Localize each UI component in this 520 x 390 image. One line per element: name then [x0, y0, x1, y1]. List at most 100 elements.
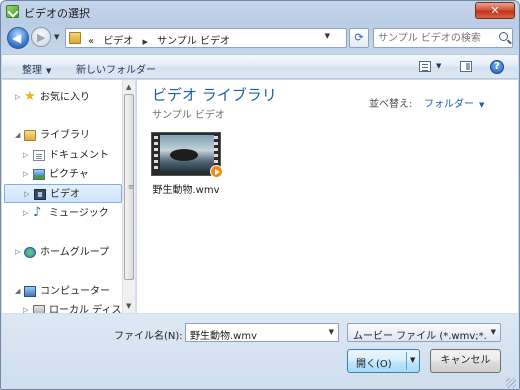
arrange-by-label: 並べ替え: — [369, 99, 413, 110]
refresh-button[interactable]: ⟳ — [349, 28, 369, 48]
chevron-down-icon: ▼ — [46, 67, 52, 75]
open-button-label: 開く(O) — [356, 359, 392, 370]
tree-item-label: ドキュメント — [49, 150, 109, 161]
filename-value[interactable]: 野生動物.wmv — [190, 327, 257, 342]
view-options-dropdown[interactable]: ▼ — [436, 62, 441, 70]
recent-pages-dropdown[interactable]: ▼ — [54, 33, 62, 41]
search-icon[interactable] — [499, 32, 508, 41]
tree-item-label: ローカル ディスク — [49, 305, 122, 313]
computer-icon — [24, 286, 36, 297]
arrange-by-dropdown[interactable]: フォルダー ▼ — [424, 95, 484, 110]
arrange-by-value: フォルダー — [424, 99, 474, 110]
file-list-pane: ビデオ ライブラリ サンプル ビデオ 並べ替え: フォルダー ▼ 野生動物.wmv — [137, 80, 518, 313]
open-button[interactable]: 開く(O) ▼ — [347, 349, 420, 373]
scroll-up-arrow[interactable]: ▲ — [126, 83, 131, 91]
tree-item-homegroup[interactable]: ▷ ホームグループ — [2, 243, 122, 262]
chevron-down-icon[interactable]: ▼ — [329, 328, 334, 336]
breadcrumb-item-sample-videos[interactable]: サンプル ビデオ — [157, 36, 230, 47]
chevron-down-icon: ▼ — [479, 101, 485, 109]
filename-field[interactable]: 野生動物.wmv ▼ — [185, 323, 339, 342]
app-icon — [6, 5, 19, 18]
tree-item-local-disk[interactable]: ▷ ローカル ディスク — [2, 301, 122, 313]
forward-arrow-icon: ▶ — [37, 31, 46, 44]
whale-shape — [170, 149, 198, 161]
scrollbar-thumb[interactable]: ≡ — [124, 94, 134, 280]
change-view-icon[interactable] — [419, 61, 431, 72]
split-divider — [406, 352, 407, 370]
title-bar[interactable]: ビデオの選択 ✕ — [1, 1, 519, 23]
tree-item-libraries[interactable]: ◢ ライブラリ — [2, 126, 122, 145]
new-folder-button[interactable]: 新しいフォルダー — [76, 61, 156, 76]
expand-arrow-icon[interactable]: ▷ — [24, 185, 29, 204]
chevron-right-icon[interactable]: ▶ — [143, 38, 148, 46]
filename-label: ファイル名(N): — [114, 331, 183, 342]
expand-arrow-icon[interactable]: ▷ — [23, 146, 28, 165]
breadcrumb-overflow[interactable]: « — [88, 36, 94, 47]
dialog-footer: ファイル名(N): 野生動物.wmv ▼ ムービー ファイル (*.wmv;*.… — [2, 314, 518, 389]
help-icon[interactable]: ? — [490, 60, 504, 74]
pictures-icon — [33, 169, 45, 180]
scroll-down-arrow[interactable]: ▼ — [126, 302, 131, 310]
library-subtitle: サンプル ビデオ — [152, 110, 225, 121]
file-item[interactable]: 野生動物.wmv — [151, 132, 223, 196]
tree-item-computer[interactable]: ◢ コンピューター — [2, 282, 122, 301]
tree-item-pictures[interactable]: ▷ ピクチャ — [2, 165, 122, 184]
tree-item-music[interactable]: ▷ ♪ ミュージック — [2, 204, 122, 223]
grip-icon: ≡ — [128, 183, 134, 191]
play-icon — [210, 165, 223, 178]
preview-pane-icon[interactable] — [460, 61, 472, 72]
library-icon — [24, 130, 36, 141]
chevron-down-icon: ▼ — [490, 328, 496, 336]
command-bar: 整理 ▼ 新しいフォルダー ▼ ? — [2, 54, 518, 79]
navigation-pane: ▷ ★ お気に入り ◢ ライブラリ ▷ ドキュメント ▷ ピクチャ ▷ ビデオ … — [2, 80, 136, 313]
navigation-scrollbar[interactable]: ▲ ≡ ▼ — [122, 80, 135, 313]
folder-icon — [69, 32, 81, 44]
tree-item-label: ピクチャ — [49, 169, 89, 180]
close-button[interactable]: ✕ — [475, 2, 515, 19]
address-bar[interactable]: « ビデオ ▶ サンプル ビデオ ▼ — [65, 28, 347, 48]
tree-item-label: ミュージック — [49, 208, 109, 219]
expand-arrow-icon[interactable]: ▷ — [15, 243, 20, 262]
breadcrumb-item-videos[interactable]: ビデオ — [103, 36, 133, 47]
library-title: ビデオ ライブラリ — [152, 86, 277, 104]
file-type-value: ムービー ファイル (*.wmv;*. — [353, 331, 487, 342]
expand-arrow-icon[interactable]: ▷ — [23, 301, 28, 313]
tree-item-documents[interactable]: ▷ ドキュメント — [2, 146, 122, 165]
music-icon: ♪ — [33, 205, 42, 220]
back-button[interactable]: ◀ — [7, 27, 29, 49]
back-arrow-icon: ◀ — [12, 31, 22, 45]
expand-arrow-icon[interactable]: ▷ — [15, 88, 20, 107]
documents-icon — [33, 150, 45, 161]
file-open-dialog: ビデオの選択 ✕ ◀ ▶ ▼ « ビデオ ▶ サンプル ビデオ ▼ ⟳ 整理 ▼ … — [0, 0, 520, 390]
resize-grip[interactable] — [506, 378, 516, 388]
tree-item-label: ホームグループ — [40, 247, 110, 258]
film-strip-edge — [154, 136, 158, 172]
tree-item-favorites[interactable]: ▷ ★ お気に入り — [2, 88, 122, 107]
homegroup-icon — [24, 247, 36, 258]
organize-label: 整理 — [22, 65, 42, 76]
expand-arrow-icon[interactable]: ▷ — [23, 204, 28, 223]
expand-arrow-icon[interactable]: ▷ — [23, 165, 28, 184]
video-icon — [34, 189, 46, 200]
collapse-arrow-icon[interactable]: ◢ — [15, 126, 20, 145]
video-thumbnail[interactable] — [151, 132, 223, 178]
open-options-dropdown[interactable]: ▼ — [410, 356, 415, 364]
tree-item-label: コンピューター — [40, 286, 110, 297]
star-icon: ★ — [24, 89, 36, 104]
tree-item-label: お気に入り — [40, 92, 90, 103]
organize-button[interactable]: 整理 ▼ — [22, 61, 51, 76]
navigation-bar: ◀ ▶ ▼ « ビデオ ▶ サンプル ビデオ ▼ ⟳ — [1, 23, 519, 53]
forward-button[interactable]: ▶ — [31, 27, 51, 47]
file-name[interactable]: 野生動物.wmv — [151, 181, 221, 196]
tree-item-videos[interactable]: ▷ ビデオ — [4, 184, 122, 203]
address-dropdown-arrow[interactable]: ▼ — [325, 32, 330, 40]
search-box[interactable] — [373, 28, 513, 48]
collapse-arrow-icon[interactable]: ◢ — [15, 282, 20, 301]
search-input[interactable] — [378, 31, 490, 45]
navigation-tree: ▷ ★ お気に入り ◢ ライブラリ ▷ ドキュメント ▷ ピクチャ ▷ ビデオ … — [2, 80, 122, 313]
cancel-button[interactable]: キャンセル — [430, 349, 501, 373]
window-title: ビデオの選択 — [24, 7, 90, 20]
drive-icon — [33, 305, 45, 313]
file-type-select[interactable]: ムービー ファイル (*.wmv;*. ▼ — [347, 323, 501, 342]
breadcrumb: « ビデオ ▶ サンプル ビデオ — [88, 32, 236, 47]
